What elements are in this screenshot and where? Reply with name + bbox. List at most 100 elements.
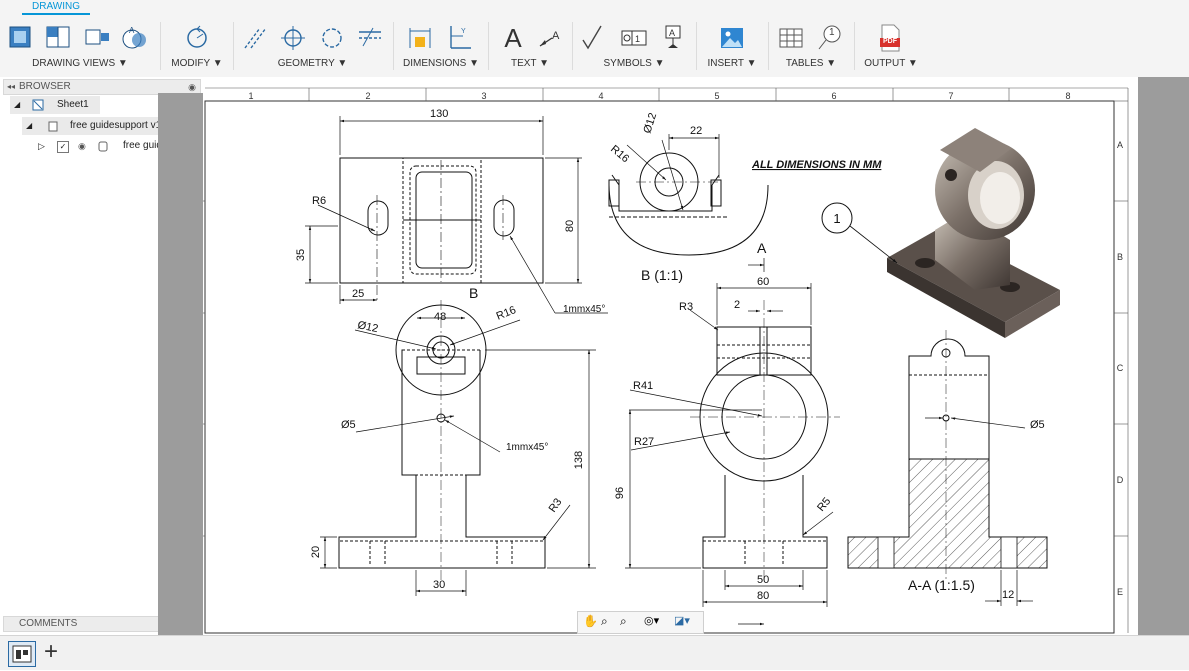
comments-title: COMMENTS: [19, 618, 78, 629]
section-view-icon[interactable]: [82, 22, 112, 54]
group-label[interactable]: TABLES ▼: [770, 58, 852, 69]
edge-extension-icon[interactable]: [355, 22, 385, 54]
pan-icon[interactable]: ✋: [583, 614, 598, 628]
collapse-icon[interactable]: ◂◂: [7, 80, 15, 94]
dim-30: 30: [433, 579, 445, 591]
component-icon: [98, 141, 108, 152]
sheet-thumbnail-icon: [12, 645, 32, 663]
rotate-icon[interactable]: [182, 22, 212, 54]
balloon-icon-number: 1: [829, 27, 835, 38]
dim-60: 60: [757, 276, 769, 288]
ordinate-dimension-icon[interactable]: Y: [443, 22, 473, 54]
section-label: A-A (1:1.5): [908, 577, 975, 593]
expand-arrow-icon[interactable]: ◢: [14, 96, 20, 114]
browser-node-document[interactable]: ◢ free guidesupport v1:1: [22, 117, 172, 135]
group-label[interactable]: DRAWING VIEWS ▼: [0, 58, 160, 69]
table-icon[interactable]: [776, 22, 806, 54]
center-mark-pattern-icon[interactable]: [317, 22, 347, 54]
center-mark-icon[interactable]: [278, 22, 308, 54]
svg-text:A: A: [129, 26, 135, 35]
dim-80: 80: [564, 220, 576, 232]
feature-control-frame-icon[interactable]: 1: [619, 22, 649, 54]
dim-48: 48: [434, 311, 446, 323]
tab-drawing[interactable]: DRAWING: [22, 0, 90, 15]
view-style-icon[interactable]: ◎▾: [644, 614, 659, 627]
group-insert: INSERT ▼: [698, 18, 766, 74]
group-label[interactable]: DIMENSIONS ▼: [395, 58, 487, 69]
svg-text:Y: Y: [461, 28, 466, 35]
column-label: 5: [714, 91, 719, 101]
datum-identifier-icon[interactable]: A: [658, 22, 688, 54]
detail-view-icon[interactable]: A: [120, 22, 150, 54]
ribbon-toolbar: DRAWING A DRAWING VIEWS ▼ MODIFY ▼ GEOME…: [0, 0, 1189, 78]
group-text: A A TEXT ▼: [490, 18, 570, 74]
pdf-icon-label: PDF: [883, 38, 897, 45]
dim-12: 12: [1002, 589, 1014, 601]
group-label[interactable]: MODIFY ▼: [162, 58, 232, 69]
group-label[interactable]: TEXT ▼: [490, 58, 570, 69]
svg-text:A: A: [552, 30, 560, 42]
panel-toggle-icon[interactable]: ◉: [188, 80, 196, 94]
dim-25: 25: [352, 288, 364, 300]
canvas-background-right: [1138, 77, 1189, 635]
section-callout-a: A: [757, 240, 767, 256]
eye-icon[interactable]: ◉: [78, 137, 86, 155]
group-label[interactable]: INSERT ▼: [698, 58, 766, 69]
browser-title: BROWSER: [19, 81, 71, 92]
group-dimensions: Y DIMENSIONS ▼: [395, 18, 487, 74]
pdf-output-icon[interactable]: PDF: [875, 22, 905, 54]
projected-view-icon[interactable]: [43, 22, 73, 54]
column-label: 6: [831, 91, 836, 101]
navigation-bar: ✋ ⌕ ⌕ ◎▾ ◪▾: [577, 611, 704, 634]
group-modify: MODIFY ▼: [162, 18, 232, 74]
zoom-icon[interactable]: ⌕: [601, 614, 608, 629]
zoom-window-icon[interactable]: ⌕: [620, 614, 627, 629]
sheet-label: Sheet1: [57, 99, 89, 110]
browser-node-sheet[interactable]: ◢ Sheet1: [10, 96, 100, 114]
column-label: 1: [248, 91, 253, 101]
sheet-icon: [32, 99, 44, 111]
group-label[interactable]: GEOMETRY ▼: [235, 58, 390, 69]
text-icon[interactable]: A: [498, 22, 528, 54]
centerline-icon[interactable]: [240, 22, 270, 54]
base-view-icon[interactable]: [5, 22, 35, 54]
column-label: 3: [481, 91, 486, 101]
dim-50: 50: [757, 574, 769, 586]
group-label[interactable]: SYMBOLS ▼: [574, 58, 694, 69]
drawing-sheet[interactable]: 1 2 3 4 5 6 7 8 A B C D E A B C D E: [192, 77, 1138, 635]
dim-80: 80: [757, 590, 769, 602]
insert-image-icon[interactable]: [717, 22, 747, 54]
sheet-settings-icon[interactable]: ◪▾: [674, 614, 690, 627]
row-label: D: [1117, 475, 1124, 485]
expand-arrow-icon[interactable]: ▷: [38, 137, 45, 155]
detail-label: B (1:1): [641, 267, 683, 283]
dim-chamfer: 1mmx45°: [506, 442, 548, 453]
group-drawing-views: A DRAWING VIEWS ▼: [0, 18, 160, 74]
detail-callout-b: B: [469, 285, 478, 301]
visibility-checkbox[interactable]: ✓: [57, 141, 69, 153]
row-label: B: [1117, 252, 1123, 262]
dim-138: 138: [573, 451, 585, 469]
dim-2: 2: [734, 299, 740, 311]
dim-35: 35: [295, 249, 307, 261]
group-label[interactable]: OUTPUT ▼: [856, 58, 926, 69]
dim-r41: R41: [633, 380, 653, 392]
dim-d5: Ø5: [1030, 419, 1045, 431]
dimension-icon[interactable]: [405, 22, 435, 54]
sheet-thumbnail[interactable]: [8, 641, 36, 667]
dim-r3: R3: [679, 301, 693, 313]
add-sheet-button[interactable]: +: [44, 639, 58, 665]
column-label: 8: [1065, 91, 1070, 101]
drawing-sheet-area: 1 2 3 4 5 6 7 8 A B C D E A B C D E: [192, 77, 1138, 635]
surface-texture-icon[interactable]: [579, 22, 609, 54]
svg-text:1: 1: [635, 34, 640, 44]
expand-arrow-icon[interactable]: ◢: [26, 117, 32, 135]
column-label: 4: [598, 91, 603, 101]
balloon-number: 1: [833, 211, 840, 226]
leader-icon[interactable]: A: [536, 22, 566, 54]
dimensions-note: ALL DIMENSIONS IN MM: [751, 159, 882, 171]
dim-96: 96: [614, 487, 626, 499]
group-geometry: GEOMETRY ▼: [235, 18, 390, 74]
balloon-icon[interactable]: 1: [814, 22, 844, 54]
dim-130: 130: [430, 108, 448, 120]
